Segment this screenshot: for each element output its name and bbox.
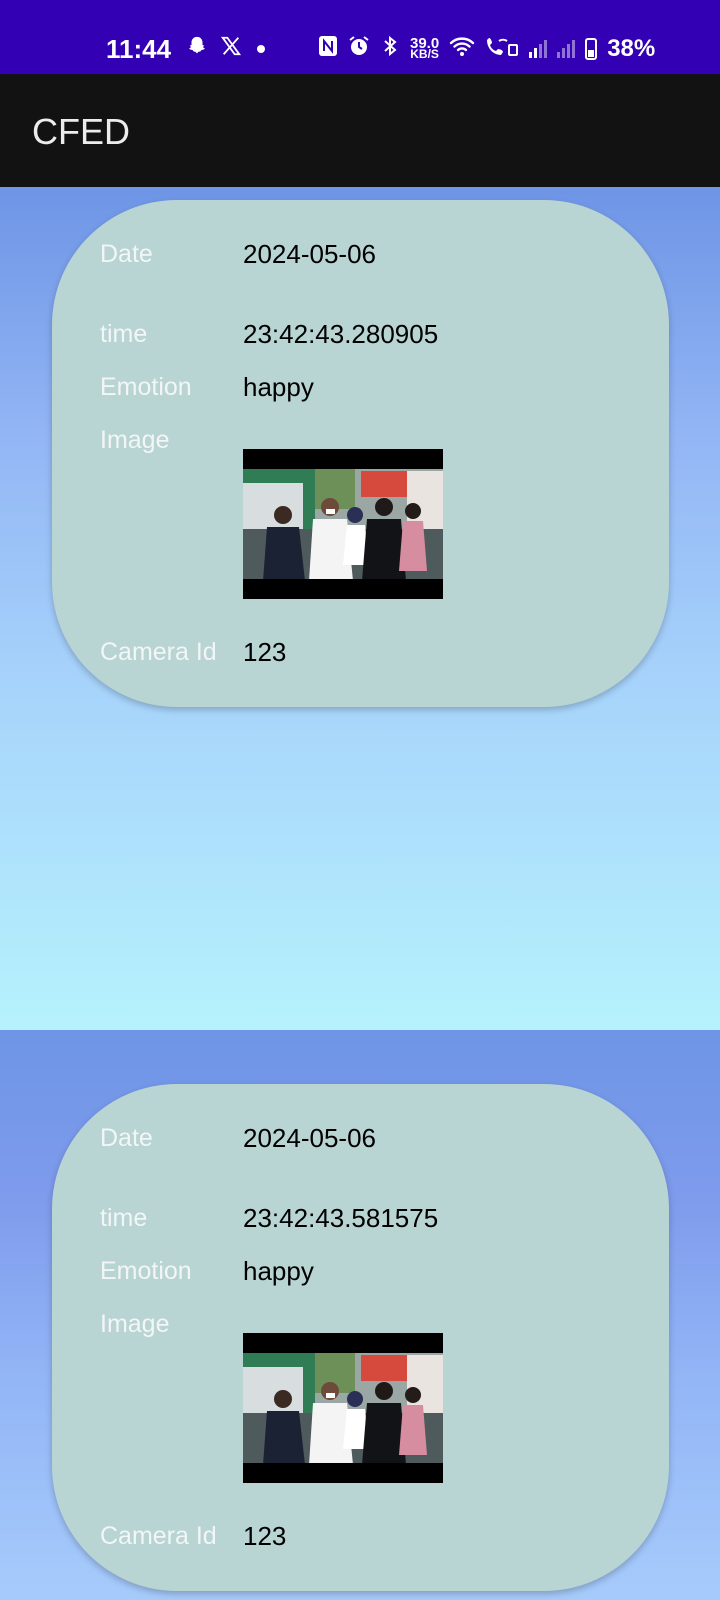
record-panel: Date 2024-05-06 time 23:42:43.280905 Emo… — [0, 187, 720, 1030]
nfc-icon — [318, 35, 338, 63]
app-bar: CFED — [0, 74, 720, 187]
battery-percent: 38% — [607, 35, 656, 62]
date-value: 2024-05-06 — [243, 239, 376, 269]
image-label: Image — [100, 1310, 170, 1338]
signal-icon — [529, 40, 548, 58]
status-bar: 11:44 39.0 KB/S 38% — [0, 0, 720, 74]
image-label: Image — [100, 426, 170, 454]
date-label: Date — [100, 240, 153, 268]
camera-id-label: Camera Id — [100, 1522, 217, 1550]
net-speed: 39.0 KB/S — [410, 35, 440, 61]
date-label: Date — [100, 1124, 153, 1152]
status-icons-right: 39.0 KB/S 38% — [318, 34, 655, 64]
time-label: time — [100, 320, 148, 348]
signal-icon-dim — [557, 40, 576, 58]
camera-id-label: Camera Id — [100, 638, 217, 666]
camera-id-value: 123 — [243, 1521, 287, 1551]
alarm-icon — [348, 35, 370, 63]
time-value: 23:42:43.581575 — [243, 1203, 439, 1233]
capture-image[interactable] — [243, 449, 443, 599]
wifi-icon — [449, 35, 475, 63]
camera-id-value: 123 — [243, 637, 287, 667]
record-card[interactable]: Date 2024-05-06 time 23:42:43.280905 Emo… — [52, 200, 669, 707]
date-value: 2024-05-06 — [243, 1123, 376, 1153]
emotion-label: Emotion — [100, 373, 192, 401]
snapchat-icon — [186, 35, 208, 63]
app-title: CFED — [32, 111, 130, 152]
bluetooth-icon — [380, 35, 400, 63]
time-value: 23:42:43.280905 — [243, 319, 439, 349]
emotion-value: happy — [243, 1256, 314, 1286]
record-card[interactable]: Date 2024-05-06 time 23:42:43.581575 Emo… — [52, 1084, 669, 1591]
x-icon — [220, 35, 242, 63]
dot-icon — [254, 36, 268, 62]
record-panel: Date 2024-05-06 time 23:42:43.581575 Emo… — [0, 1030, 720, 1600]
capture-image[interactable] — [243, 1333, 443, 1483]
time-label: time — [100, 1204, 148, 1232]
wifi-calling-icon — [485, 35, 519, 63]
emotion-value: happy — [243, 372, 314, 402]
emotion-label: Emotion — [100, 1257, 192, 1285]
status-icons-left — [186, 34, 268, 64]
status-time: 11:44 — [106, 34, 172, 64]
battery-icon — [585, 38, 598, 60]
